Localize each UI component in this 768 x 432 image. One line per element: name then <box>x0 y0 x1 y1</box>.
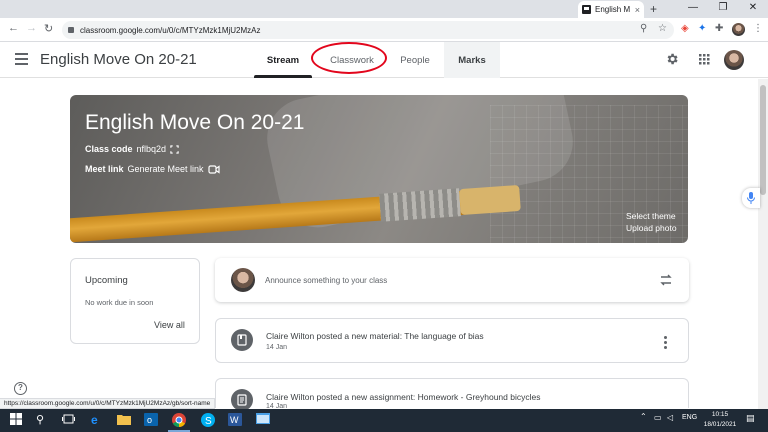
announce-placeholder[interactable]: Announce something to your class <box>265 276 387 285</box>
browser-profile-avatar[interactable] <box>732 23 745 36</box>
notifications-icon[interactable]: ▤ <box>746 413 755 424</box>
windows-start-icon[interactable] <box>10 413 24 427</box>
browser-tab-title: English M <box>595 5 631 14</box>
address-bar[interactable]: classroom.google.com/u/0/c/MTYzMzk1MjU2M… <box>62 21 674 39</box>
tab-people[interactable]: People <box>388 42 442 78</box>
new-tab-button[interactable]: + <box>650 2 657 16</box>
announce-avatar <box>231 268 255 292</box>
forward-icon[interactable]: → <box>26 22 37 34</box>
select-theme-link[interactable]: Select theme <box>626 211 676 221</box>
account-avatar[interactable] <box>724 50 744 70</box>
post-options-icon[interactable] <box>664 336 667 351</box>
hamburger-menu-icon[interactable] <box>15 53 28 65</box>
bookmark-star-icon[interactable]: ☆ <box>658 23 667 34</box>
video-camera-icon[interactable] <box>207 164 220 174</box>
page-scrollbar[interactable] <box>758 79 768 409</box>
annotation-circle <box>311 42 387 74</box>
app-window-icon[interactable] <box>256 413 270 427</box>
upload-photo-link[interactable]: Upload photo <box>626 223 677 233</box>
zoom-icon[interactable]: ⚲ <box>640 23 647 34</box>
svg-text:S: S <box>205 416 212 427</box>
material-icon <box>231 329 253 351</box>
clock-time: 10:15 <box>711 411 729 418</box>
fullscreen-icon[interactable] <box>170 144 179 154</box>
meet-link-label: Meet link <box>85 164 124 174</box>
browser-tab[interactable]: English M × <box>578 1 644 18</box>
assignment-icon <box>231 389 253 411</box>
tray-chevron-icon[interactable]: ⌃ <box>640 412 647 421</box>
svg-text:W: W <box>230 415 239 425</box>
close-window-icon[interactable]: ✕ <box>738 2 768 13</box>
repost-icon[interactable] <box>659 273 673 287</box>
class-title[interactable]: English Move On 20-21 <box>40 51 197 68</box>
task-view-icon[interactable] <box>62 413 76 427</box>
volume-icon[interactable]: ◁ <box>667 413 673 422</box>
extension-red-icon[interactable]: ◈ <box>681 23 689 34</box>
banner-pencil-ferrule <box>379 188 461 222</box>
post-title[interactable]: Claire Wilton posted a new material: The… <box>266 331 484 341</box>
banner-pencil-eraser <box>459 184 521 216</box>
network-icon[interactable]: ▭ <box>654 413 662 422</box>
lock-icon <box>68 27 74 33</box>
minimize-window-icon[interactable]: ― <box>678 2 708 13</box>
upcoming-title: Upcoming <box>85 275 128 286</box>
search-icon[interactable]: ⚲ <box>36 413 50 427</box>
language-indicator[interactable]: ENG <box>682 414 697 421</box>
class-code-row: Class code nflbq2d <box>85 144 179 154</box>
windows-taskbar <box>0 409 768 432</box>
tab-stream[interactable]: Stream <box>254 42 312 78</box>
taskbar-clock[interactable]: 10:15 18/01/2021 <box>700 410 740 430</box>
meet-row: Meet link Generate Meet link <box>85 164 220 174</box>
class-code-value[interactable]: nflbq2d <box>137 144 167 154</box>
address-url: classroom.google.com/u/0/c/MTYzMzk1MjU2M… <box>80 25 261 35</box>
gear-icon[interactable] <box>665 52 679 66</box>
classroom-favicon-icon <box>582 5 591 14</box>
view-all-button[interactable]: View all <box>154 320 185 330</box>
banner-title: English Move On 20-21 <box>85 111 305 134</box>
file-explorer-icon[interactable] <box>117 413 131 427</box>
status-bar-url: https://classroom.google.com/u/0/c/MTYzM… <box>0 398 216 409</box>
extensions-puzzle-icon[interactable]: ✚ <box>715 23 723 34</box>
help-icon[interactable]: ? <box>14 382 27 395</box>
upcoming-empty-text: No work due in soon <box>85 298 154 307</box>
browser-menu-icon[interactable]: ⋮ <box>753 23 763 34</box>
svg-text:o: o <box>147 415 152 425</box>
edge-icon[interactable]: e <box>91 413 105 427</box>
word-icon[interactable]: W <box>228 413 242 427</box>
skype-icon[interactable]: S <box>201 413 215 427</box>
generate-meet-link[interactable]: Generate Meet link <box>128 164 204 174</box>
tab-marks[interactable]: Marks <box>444 42 500 78</box>
maximize-window-icon[interactable]: ❐ <box>708 2 738 13</box>
clock-date: 18/01/2021 <box>703 421 737 428</box>
microphone-icon[interactable] <box>742 188 760 208</box>
back-icon[interactable]: ← <box>8 22 19 34</box>
reload-icon[interactable]: ↻ <box>44 22 53 35</box>
post-date: 14 Jan <box>266 344 288 351</box>
extension-blue-icon[interactable]: ✦ <box>698 23 706 34</box>
tab-close-icon[interactable]: × <box>635 5 640 15</box>
class-code-label: Class code <box>85 144 133 154</box>
chrome-icon[interactable] <box>168 413 190 432</box>
google-apps-icon[interactable] <box>699 54 710 65</box>
post-title[interactable]: Claire Wilton posted a new assignment: H… <box>266 392 540 402</box>
outlook-icon[interactable]: o <box>144 413 158 427</box>
